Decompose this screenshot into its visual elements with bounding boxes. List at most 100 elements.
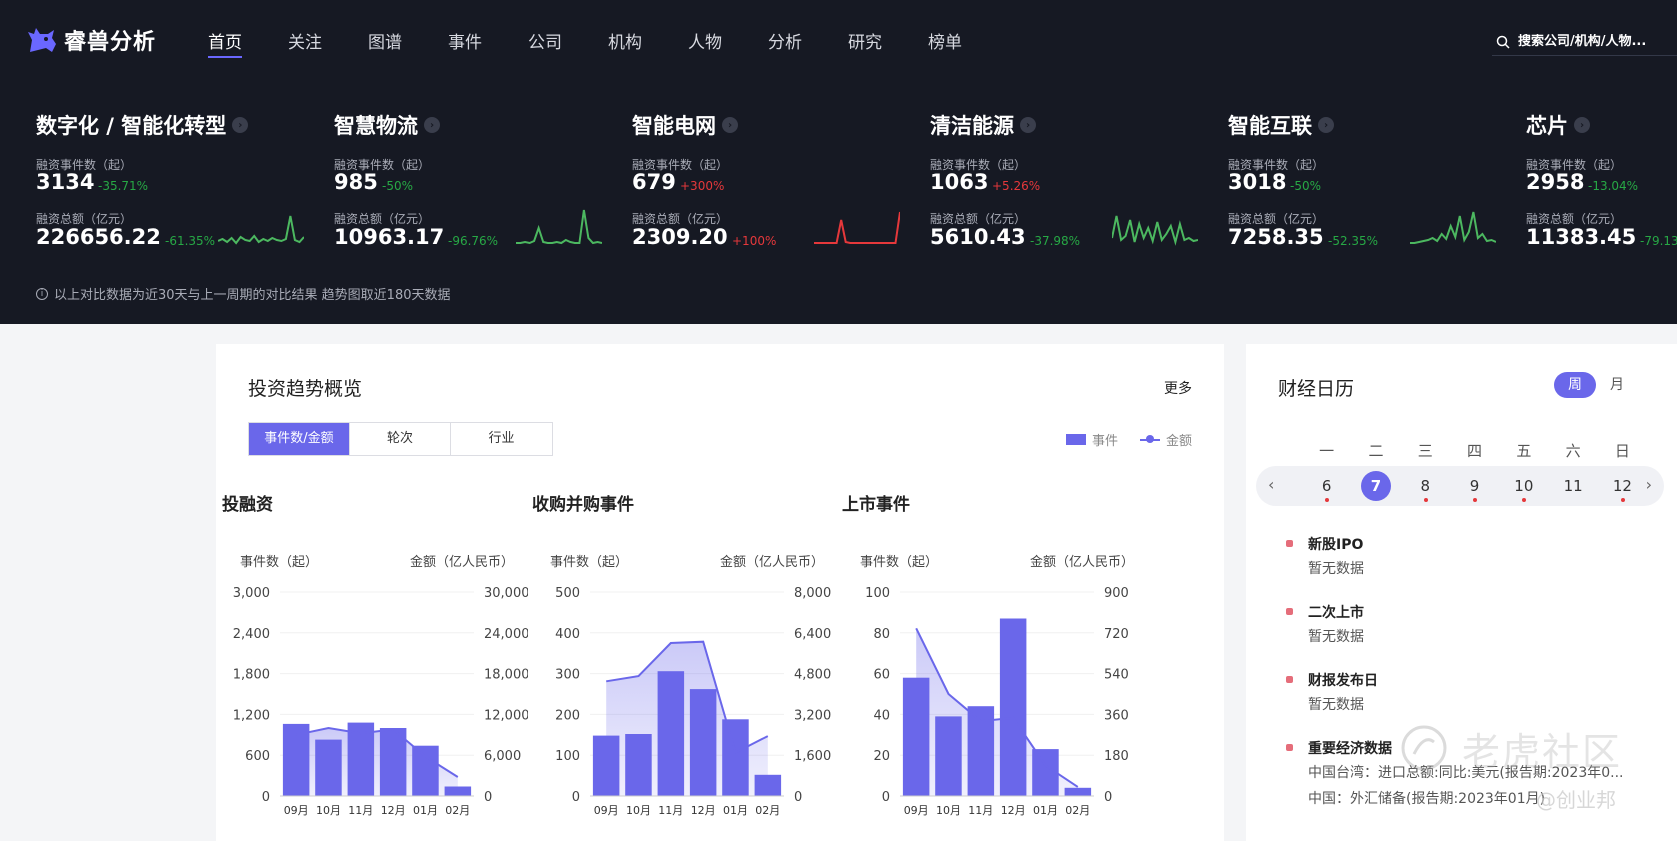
y2-tick-label: 6,000 (484, 749, 521, 764)
y2-axis-title: 金额（亿人民币） (720, 554, 824, 570)
count-value: 985 (334, 170, 378, 194)
calendar-date[interactable]: 8 (1401, 466, 1450, 506)
sector-title[interactable]: 清洁能源 › (930, 110, 1210, 140)
y-tick-label: 600 (245, 749, 270, 764)
nav-item[interactable]: 图谱 (368, 28, 448, 53)
calendar-date[interactable]: 10 (1499, 466, 1548, 506)
y2-tick-label: 18,000 (484, 668, 528, 683)
x-tick-label: 12月 (1001, 804, 1026, 817)
y2-tick-label: 900 (1104, 586, 1129, 601)
event-bar (1064, 787, 1092, 796)
chevron-right-icon[interactable]: › (232, 117, 249, 133)
y-tick-label: 3,000 (233, 586, 270, 601)
sector-card[interactable]: 清洁能源 › 融资事件数（起） 1063 +5.26% 融资总额（亿元） 5610.43 -3… (930, 110, 1210, 260)
event-bar (935, 716, 962, 796)
y2-tick-label: 3,200 (794, 708, 831, 723)
chevron-right-icon[interactable]: › (424, 117, 440, 133)
sector-title-text: 清洁能源 (930, 114, 1014, 138)
sector-title[interactable]: 智能电网 › (632, 110, 912, 140)
amount-value: 2309.20 (632, 225, 728, 249)
sector-card[interactable]: 智能电网 › 融资事件数（起） 679 +300% 融资总额（亿元） 2309.20 +100… (632, 110, 912, 260)
calendar-event[interactable]: 财报发布日 暂无数据 (1286, 670, 1656, 720)
nav-item[interactable]: 关注 (288, 28, 368, 53)
trend-tab[interactable]: 事件数/金额 (249, 423, 350, 455)
nav-item[interactable]: 首页 (208, 28, 288, 58)
sector-title[interactable]: 智能互联 › (1228, 110, 1508, 140)
chart-svg: 100 900 80 720 60 540 40 360 20 180 0 0 事件数（起） 金额（亿人民… (860, 554, 1134, 817)
amount-value: 5610.43 (930, 225, 1026, 249)
sector-title-text: 智能电网 (632, 114, 716, 138)
main-nav: 首页 关注 图谱 事件 公司 机构 人物 分析 研究 榜单 (208, 28, 1008, 58)
nav-item[interactable]: 机构 (608, 28, 688, 53)
sector-title[interactable]: 数字化 / 智能化转型 › (36, 110, 316, 140)
watermark-credit: @创业邦 (1536, 788, 1616, 812)
chevron-right-icon[interactable]: › (1574, 117, 1590, 133)
sector-card[interactable]: 芯片 › 融资事件数（起） 2958 -13.04% 融资总额（亿元） 11383.45 -7… (1526, 110, 1677, 260)
nav-item[interactable]: 公司 (528, 28, 608, 53)
event-bar (999, 618, 1027, 796)
sector-card[interactable]: 数字化 / 智能化转型 › 融资事件数（起） 3134 -35.71% 融资总额（亿元） 2… (36, 110, 316, 260)
calendar-date[interactable]: 11 (1548, 466, 1597, 506)
event-bar (282, 723, 310, 796)
count-change: -35.71% (98, 179, 149, 193)
count-value: 679 (632, 170, 676, 194)
y2-tick-label: 540 (1104, 668, 1129, 683)
more-link[interactable]: 更多 (1164, 378, 1192, 398)
y2-axis-title: 金额（亿人民币） (1030, 554, 1134, 570)
nav-item[interactable]: 研究 (848, 28, 928, 53)
nav-item[interactable]: 人物 (688, 28, 768, 53)
calendar-date[interactable]: 6 (1302, 466, 1351, 506)
info-icon: i (36, 287, 48, 300)
brand-logo[interactable]: 睿兽分析 (24, 20, 156, 60)
y2-tick-label: 0 (794, 790, 802, 805)
sector-title-text: 智慧物流 (334, 114, 418, 138)
date-number: 8 (1420, 477, 1431, 495)
sector-card[interactable]: 智能互联 › 融资事件数（起） 3018 -50% 融资总额（亿元） 7258.35 -52.… (1228, 110, 1508, 260)
weekday-label: 一 (1319, 442, 1335, 460)
nav-item[interactable]: 榜单 (928, 28, 1008, 53)
calendar-date[interactable]: 9 (1450, 466, 1499, 506)
period-button[interactable]: 周 (1554, 372, 1596, 398)
search-box[interactable] (1492, 28, 1677, 56)
brand-name: 睿兽分析 (64, 30, 157, 55)
trend-tab[interactable]: 轮次 (350, 423, 451, 455)
x-tick-label: 02月 (1065, 804, 1090, 817)
amount-change: -61.35% (165, 234, 216, 248)
y-tick-label: 1,800 (233, 668, 270, 683)
sparkline-chart (1112, 215, 1198, 246)
sector-title[interactable]: 芯片 › (1526, 110, 1677, 140)
y-axis-title: 事件数（起） (550, 555, 628, 570)
y-tick-label: 100 (865, 586, 890, 601)
calendar-date[interactable]: 12 (1598, 466, 1647, 506)
calendar-event[interactable]: 二次上市 暂无数据 (1286, 602, 1656, 652)
nav-item[interactable]: 事件 (448, 28, 528, 53)
count-change: +300% (680, 179, 725, 193)
x-tick-label: 09月 (284, 804, 309, 817)
period-button[interactable]: 月 (1596, 372, 1638, 398)
weekday-label: 三 (1417, 442, 1433, 460)
y-tick-label: 0 (262, 790, 270, 805)
sparkline (1112, 215, 1198, 246)
sparkline (516, 209, 602, 245)
y2-tick-label: 8,000 (794, 586, 831, 601)
calendar-event[interactable]: 新股IPO 暂无数据 (1286, 534, 1656, 584)
sector-title[interactable]: 智慧物流 › (334, 110, 614, 140)
calendar-date[interactable]: 7 (1351, 466, 1400, 506)
trend-tab[interactable]: 行业 (451, 423, 552, 455)
sparkline-chart (218, 215, 304, 245)
sector-card[interactable]: 智慧物流 › 融资事件数（起） 985 -50% 融资总额（亿元） 10963.17 -96.… (334, 110, 614, 260)
x-tick-label: 10月 (936, 804, 961, 817)
nav-item[interactable]: 分析 (768, 28, 848, 53)
legend-line-label: 金额 (1165, 434, 1192, 449)
chevron-right-icon[interactable]: › (722, 117, 738, 133)
next-week-icon[interactable]: › (1646, 475, 1652, 494)
search-input[interactable] (1518, 34, 1668, 49)
chevron-right-icon[interactable]: › (1020, 117, 1036, 133)
event-bar (625, 734, 652, 796)
trend-chart: 上市事件 100 900 80 720 60 540 40 360 20 180 0 0 事件数（起） 金额… (838, 490, 1148, 820)
prev-week-icon[interactable]: ‹ (1268, 475, 1274, 494)
watermark-logo-icon (1401, 725, 1447, 771)
weekday-label: 四 (1467, 442, 1483, 460)
event-bullet-icon (1286, 676, 1293, 683)
chevron-right-icon[interactable]: › (1318, 117, 1334, 133)
